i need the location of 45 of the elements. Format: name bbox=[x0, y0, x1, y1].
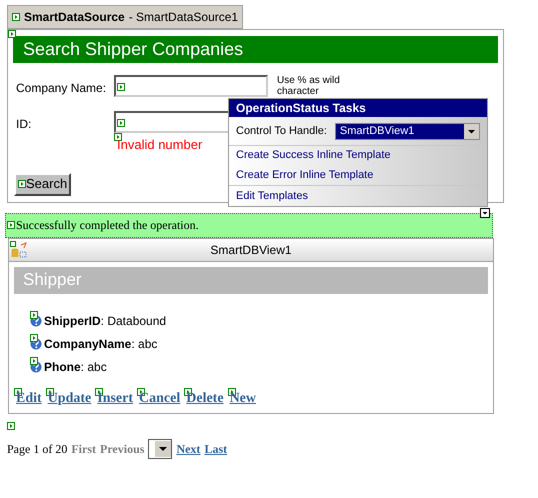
marker-icon bbox=[7, 221, 15, 229]
tab-title: SmartDataSource bbox=[24, 9, 125, 26]
task-link[interactable]: Edit Templates bbox=[236, 188, 308, 204]
tab-subtitle: - SmartDataSource1 bbox=[128, 9, 238, 26]
database-icon bbox=[10, 240, 28, 258]
field-label: Company Name: bbox=[15, 80, 108, 97]
field-text: Phone: abc bbox=[44, 358, 107, 376]
command-link[interactable]: Cancel bbox=[139, 388, 180, 408]
field-label: ID: bbox=[15, 116, 32, 133]
search-button[interactable]: Search bbox=[14, 172, 72, 196]
popup-title: OperationStatus Tasks bbox=[229, 99, 487, 117]
marker-icon bbox=[117, 82, 125, 91]
marker-icon bbox=[30, 310, 38, 318]
marker-icon bbox=[18, 180, 26, 188]
smart-tag-icon[interactable] bbox=[480, 208, 490, 218]
field-text: CompanyName: abc bbox=[44, 336, 158, 352]
command-link[interactable]: Edit bbox=[16, 388, 42, 408]
marker-icon bbox=[7, 422, 15, 430]
control-label: Control To Handle: bbox=[236, 124, 327, 139]
command-link[interactable]: Delete bbox=[186, 388, 224, 408]
page-dropdown[interactable] bbox=[148, 438, 172, 458]
pager-link[interactable]: Next bbox=[176, 440, 200, 458]
command-link[interactable]: Insert bbox=[97, 388, 134, 408]
control-dropdown[interactable]: SmartDBView1 bbox=[334, 122, 480, 140]
marker-icon bbox=[30, 356, 38, 364]
error-message: Invalid number bbox=[117, 136, 202, 154]
marker-icon bbox=[30, 334, 38, 342]
panel-title: Search Shipper Companies bbox=[13, 36, 498, 63]
hint-text: Use % as wild character bbox=[277, 75, 341, 97]
pager-link[interactable]: Last bbox=[204, 440, 228, 458]
page-summary: Page 1 of 20 bbox=[7, 440, 68, 458]
task-link[interactable]: Create Success Inline Template bbox=[236, 147, 390, 164]
marker-icon bbox=[12, 13, 20, 21]
command-link[interactable]: Update bbox=[48, 388, 92, 408]
view-heading: Shipper bbox=[14, 266, 488, 294]
command-link[interactable]: New bbox=[230, 388, 256, 408]
task-link[interactable]: Create Error Inline Template bbox=[236, 166, 374, 184]
view-title: SmartDBView1 bbox=[209, 242, 293, 258]
input-field[interactable] bbox=[114, 75, 268, 97]
field-text: ShipperID: Databound bbox=[44, 312, 166, 330]
tab[interactable]: SmartDataSource - SmartDataSource1 bbox=[7, 5, 244, 29]
marker-icon bbox=[117, 118, 125, 127]
marker-icon bbox=[8, 30, 16, 38]
marker-icon bbox=[114, 133, 122, 141]
status-message: Successfully completed the operation. bbox=[5, 212, 493, 238]
